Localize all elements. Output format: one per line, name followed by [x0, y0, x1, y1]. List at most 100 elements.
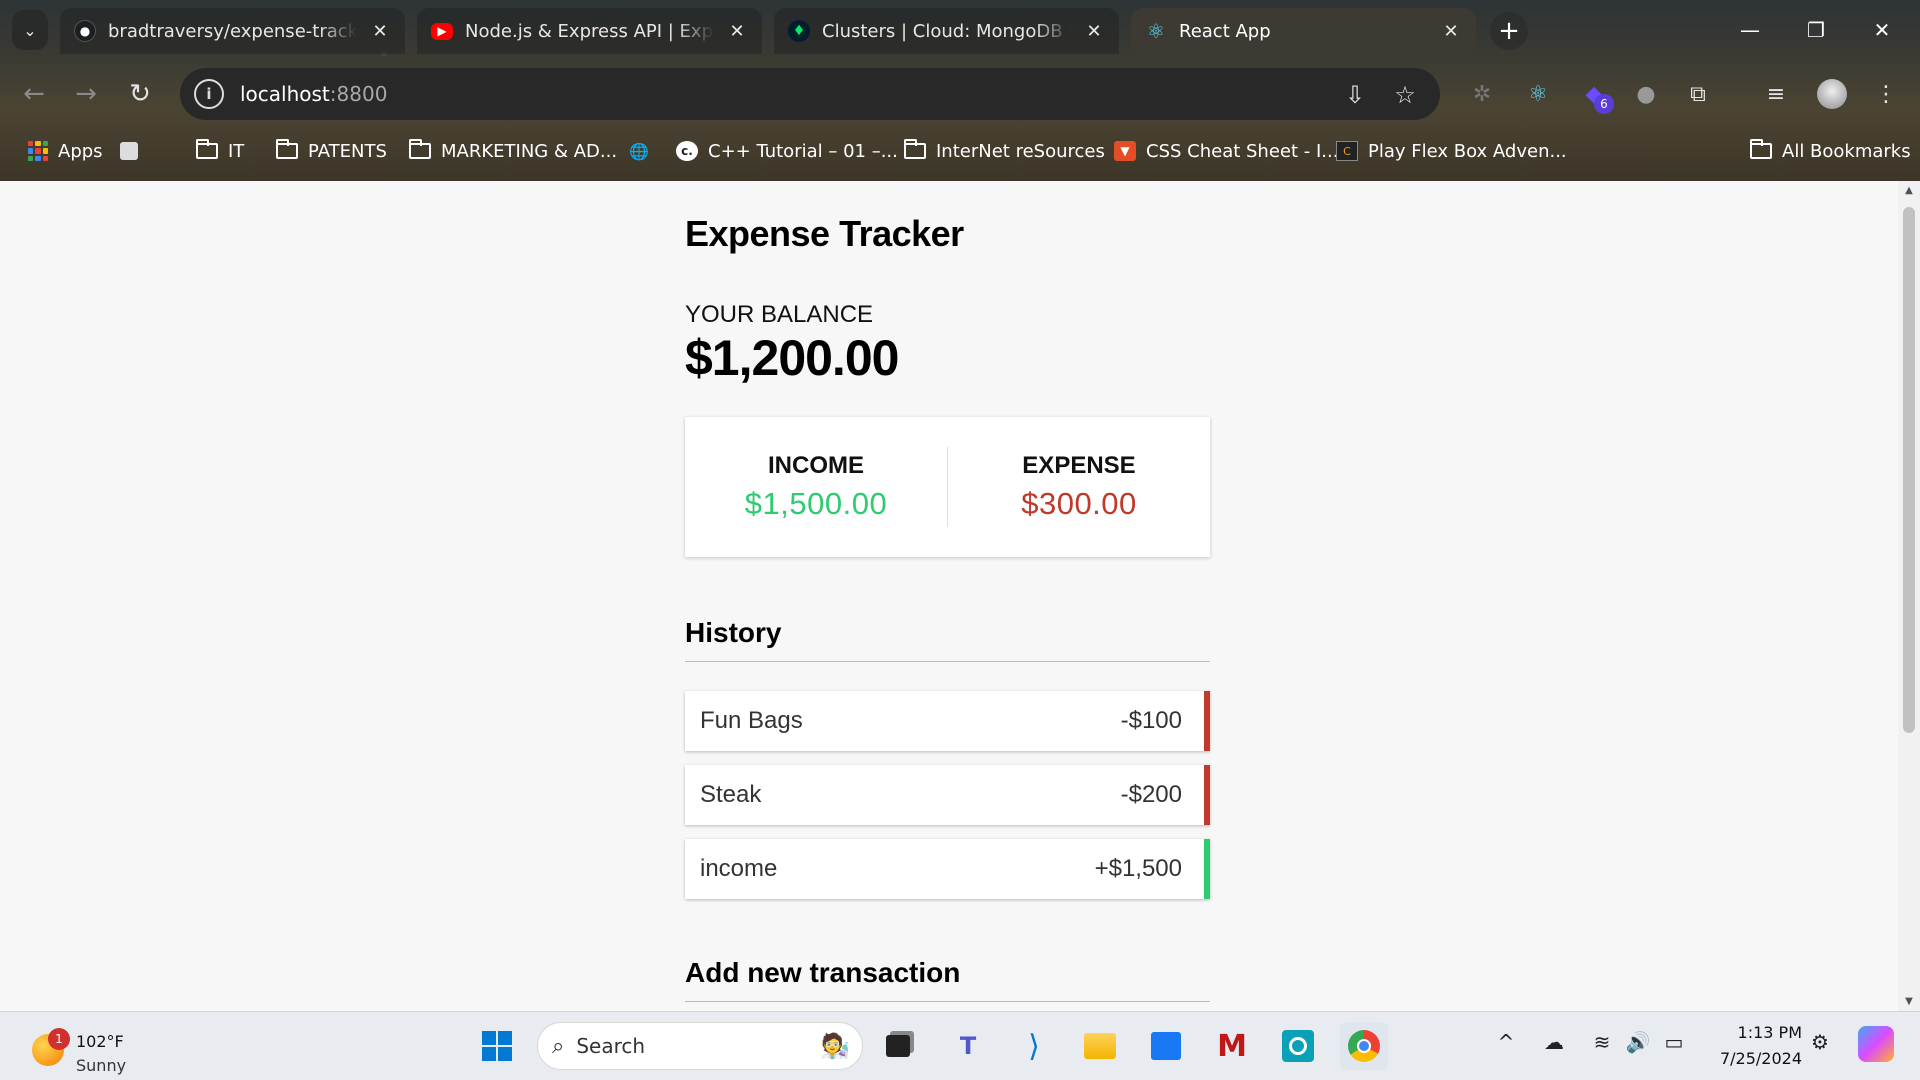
extensions-puzzle-icon[interactable]: ⧉	[1680, 76, 1716, 112]
folder-icon	[409, 139, 431, 159]
install-app-icon[interactable]: ⇩	[1340, 80, 1370, 110]
bookmark-blank[interactable]	[120, 136, 138, 166]
transaction-amount: -$100	[1120, 707, 1182, 734]
file-explorer-icon[interactable]	[1076, 1022, 1124, 1070]
minimize-button[interactable]: —	[1720, 8, 1780, 52]
expense-label: EXPENSE	[1022, 452, 1136, 479]
close-icon[interactable]: ✕	[726, 20, 748, 42]
bookmark-label: MARKETING & AD...	[441, 140, 618, 162]
history-heading: History	[685, 617, 1210, 662]
taskbar-search[interactable]: ⌕ Search 🧑‍🔬	[537, 1022, 863, 1070]
wifi-icon[interactable]: ≋	[1586, 1030, 1618, 1054]
bookmark-globe[interactable]: 🌐	[628, 136, 650, 166]
plus-icon: +	[1498, 16, 1520, 46]
new-tab-button[interactable]: +	[1490, 12, 1528, 50]
tab-react-app[interactable]: ⚛ React App ✕	[1131, 8, 1476, 54]
tab-search-button[interactable]: ⌄	[12, 10, 48, 50]
scroll-up-icon[interactable]: ▲	[1903, 185, 1915, 196]
copilot-icon[interactable]	[1858, 1026, 1894, 1062]
star-icon[interactable]: ☆	[1390, 80, 1420, 110]
bookmark-internet-resources[interactable]: InterNet reSources	[904, 136, 1105, 166]
income-column: INCOME $1,500.00	[685, 452, 947, 522]
notification-settings-icon[interactable]: ⚙	[1804, 1030, 1836, 1054]
volume-icon[interactable]: 🔊	[1622, 1030, 1654, 1054]
search-placeholder: Search	[576, 1034, 646, 1058]
tab-mongodb[interactable]: ♦ Clusters | Cloud: MongoDB Cloud ✕	[774, 8, 1119, 54]
bookmark-apps[interactable]: Apps	[28, 136, 103, 166]
bookmark-label: InterNet reSources	[936, 140, 1105, 162]
page-viewport: Expense Tracker YOUR BALANCE $1,200.00 I…	[0, 181, 1898, 1011]
bookmark-css-cheat-sheet[interactable]: ▼ CSS Cheat Sheet - I...	[1114, 136, 1338, 166]
close-window-button[interactable]: ✕	[1852, 8, 1912, 52]
weather-widget[interactable]: 1 102°F Sunny	[28, 1022, 148, 1075]
transaction-amount: +$1,500	[1094, 855, 1182, 882]
reload-button[interactable]: ↻	[120, 74, 160, 114]
bookmark-label: All Bookmarks	[1782, 140, 1911, 162]
expense-amount: $300.00	[1021, 486, 1137, 521]
income-amount: $1,500.00	[744, 486, 888, 521]
clock-date: 7/25/2024	[1719, 1049, 1802, 1068]
transaction-item[interactable]: Fun Bags -$100	[685, 691, 1210, 751]
css-icon: ▼	[1114, 141, 1136, 161]
notification-badge: 1	[48, 1028, 70, 1050]
bookmark-it[interactable]: IT	[196, 136, 244, 166]
reload-icon: ↻	[129, 79, 151, 109]
scrollbar-thumb[interactable]	[1903, 207, 1915, 733]
bookmark-patents[interactable]: PATENTS	[276, 136, 387, 166]
close-icon[interactable]: ✕	[1083, 20, 1105, 42]
transaction-item[interactable]: Steak -$200	[685, 765, 1210, 825]
menu-icon[interactable]: ⋮	[1868, 76, 1904, 112]
vscode-icon[interactable]: ⟩	[1010, 1022, 1058, 1070]
income-expense-card: INCOME $1,500.00 EXPENSE $300.00	[685, 417, 1210, 557]
tab-youtube[interactable]: ▶ Node.js & Express API | Expense Tracke…	[417, 8, 762, 54]
address-bar[interactable]: i localhost:8800 ⇩ ☆	[180, 68, 1440, 120]
arrow-right-icon: →	[75, 79, 97, 109]
extension-count-badge: 6	[1594, 94, 1614, 114]
extension-person-icon[interactable]: ●	[1628, 76, 1664, 112]
chevron-down-icon: ⌄	[23, 20, 37, 40]
balance-amount: $1,200.00	[685, 330, 899, 386]
bookmark-label: Apps	[58, 140, 103, 162]
battery-icon[interactable]: ▭	[1658, 1030, 1690, 1054]
minimize-icon: —	[1740, 18, 1760, 42]
forward-button[interactable]: →	[66, 74, 106, 114]
restore-button[interactable]: ❐	[1786, 8, 1846, 52]
close-icon[interactable]: ✕	[369, 20, 391, 42]
reading-list-icon[interactable]: ≡	[1758, 76, 1794, 112]
bookmark-label: PATENTS	[308, 140, 387, 162]
close-icon[interactable]: ✕	[1440, 20, 1462, 42]
back-button[interactable]: ←	[14, 74, 54, 114]
search-icon: ⌕	[552, 1033, 565, 1059]
cortana-icon[interactable]	[1274, 1022, 1322, 1070]
mcafee-icon[interactable]: M	[1208, 1022, 1256, 1070]
site-info-icon[interactable]: i	[194, 79, 224, 109]
react-devtools-icon[interactable]: ⚛	[1520, 76, 1556, 112]
tab-github[interactable]: ● bradtraversy/expense-tracker-mern ✕	[60, 8, 405, 54]
page-scrollbar[interactable]: ▲ ▼	[1898, 181, 1920, 1011]
clock-time: 1:13 PM	[1737, 1023, 1802, 1042]
task-view-icon[interactable]	[874, 1022, 922, 1070]
bookmark-cpp-tutorial[interactable]: c. C++ Tutorial – 01 –...	[676, 136, 898, 166]
extension-badge-icon[interactable]: ◆ 6	[1576, 76, 1614, 114]
onedrive-icon[interactable]: ☁	[1538, 1030, 1570, 1054]
tab-strip: ⌄ ● bradtraversy/expense-tracker-mern ✕ …	[0, 0, 1920, 60]
microsoft-store-icon[interactable]	[1142, 1022, 1190, 1070]
transaction-text: Steak	[700, 781, 762, 808]
profile-avatar[interactable]	[1814, 76, 1850, 112]
bookmark-all-bookmarks[interactable]: All Bookmarks	[1750, 136, 1911, 166]
bookmark-flexbox-adventure[interactable]: C Play Flex Box Adven...	[1336, 136, 1567, 166]
bookmark-label: IT	[228, 140, 245, 162]
chevron-up-icon[interactable]: ^	[1490, 1030, 1522, 1054]
extension-bug-icon[interactable]: ✲	[1464, 76, 1500, 112]
start-button[interactable]	[473, 1022, 521, 1070]
folder-icon	[1750, 139, 1772, 159]
react-icon: ⚛	[1147, 19, 1165, 43]
bookmark-marketing[interactable]: MARKETING & AD...	[409, 136, 617, 166]
transaction-item[interactable]: income +$1,500	[685, 839, 1210, 899]
expense-column: EXPENSE $300.00	[948, 452, 1210, 522]
system-clock[interactable]: 1:13 PM 7/25/2024	[1690, 1020, 1802, 1072]
scroll-down-icon[interactable]: ▼	[1903, 996, 1915, 1007]
chrome-icon[interactable]	[1340, 1022, 1388, 1070]
bookmark-label: CSS Cheat Sheet - I...	[1146, 140, 1339, 162]
teams-icon[interactable]: T	[944, 1022, 992, 1070]
